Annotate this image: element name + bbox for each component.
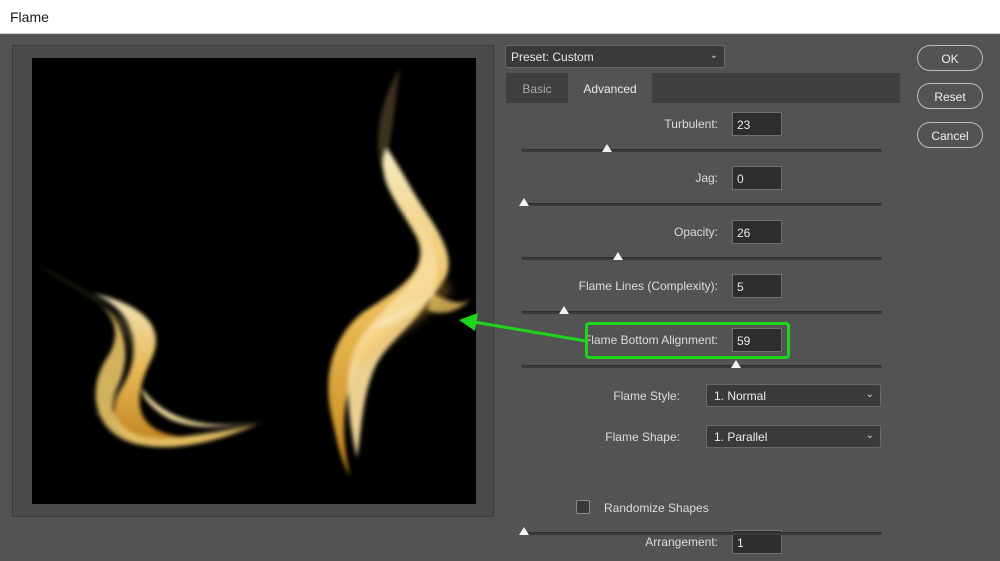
jag-slider[interactable] <box>519 198 882 206</box>
preview-panel <box>12 45 494 517</box>
randomize-shapes-checkbox[interactable] <box>576 500 590 514</box>
turbulent-label: Turbulent: <box>664 117 718 131</box>
flame-shape-label: Flame Shape: <box>605 430 680 444</box>
opacity-label: Opacity: <box>673 225 718 239</box>
turbulent-slider[interactable] <box>522 144 882 152</box>
flame-bottom-alignment-slider-thumb[interactable] <box>731 360 742 368</box>
flame-bottom-alignment-slider[interactable] <box>522 360 882 368</box>
chevron-down-icon: ⌄ <box>865 389 874 400</box>
opacity-slider[interactable] <box>522 252 882 260</box>
flame-style-value: 1. Normal <box>714 389 767 403</box>
reset-button[interactable]: Reset <box>917 83 983 109</box>
opacity-field[interactable]: 26 <box>732 220 782 244</box>
flame-lines-label: Flame Lines (Complexity): <box>578 279 718 293</box>
arrangement-slider[interactable] <box>519 527 882 535</box>
flame-shape-value: 1. Parallel <box>714 430 768 444</box>
arrangement-slider-thumb[interactable] <box>519 527 529 535</box>
jag-field[interactable]: 0 <box>732 166 782 190</box>
flame-lines-slider-thumb[interactable] <box>558 306 569 314</box>
arrangement-label: Arrangement: <box>645 535 718 549</box>
tab-advanced[interactable]: Advanced <box>568 73 652 103</box>
opacity-slider-thumb[interactable] <box>612 252 623 260</box>
preset-dropdown[interactable]: Preset: Custom ⌄ <box>505 45 725 68</box>
tab-bar: Basic Advanced <box>506 73 900 103</box>
jag-label: Jag: <box>695 171 718 185</box>
turbulent-field[interactable]: 23 <box>732 112 782 136</box>
flame-preview-image <box>34 68 472 476</box>
title-bar: Flame <box>0 0 1000 34</box>
flame-lines-slider[interactable] <box>522 306 882 314</box>
flame-shape-dropdown[interactable]: 1. Parallel ⌄ <box>706 425 881 448</box>
cancel-button[interactable]: Cancel <box>917 122 983 148</box>
ok-button[interactable]: OK <box>917 45 983 71</box>
flame-style-dropdown[interactable]: 1. Normal ⌄ <box>706 384 881 407</box>
turbulent-slider-thumb[interactable] <box>601 144 612 152</box>
annotation-highlight-box <box>585 322 790 359</box>
chevron-down-icon: ⌄ <box>709 50 718 61</box>
window-title: Flame <box>10 9 49 25</box>
jag-slider-thumb[interactable] <box>519 198 529 206</box>
flame-lines-field[interactable]: 5 <box>732 274 782 298</box>
flame-style-label: Flame Style: <box>613 389 680 403</box>
chevron-down-icon: ⌄ <box>865 430 874 441</box>
flame-preview <box>32 58 476 504</box>
randomize-shapes-label: Randomize Shapes <box>604 501 709 515</box>
flame-dialog: Preset: Custom ⌄ Basic Advanced Turbulen… <box>0 34 1000 561</box>
preset-label: Preset: Custom <box>511 50 594 64</box>
tab-basic[interactable]: Basic <box>506 73 568 103</box>
